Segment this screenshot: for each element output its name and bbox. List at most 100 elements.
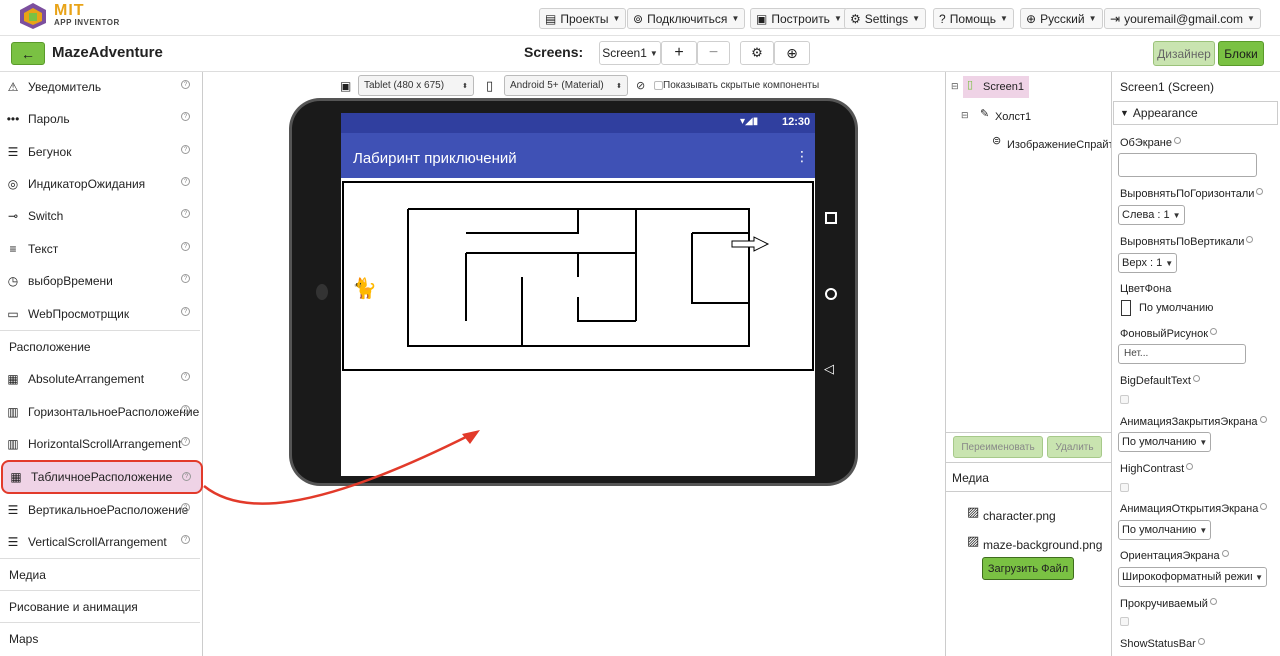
palette-item-webviewer[interactable]: ▭ WebПросмотрщик? bbox=[0, 299, 200, 329]
color-swatch[interactable] bbox=[1121, 300, 1131, 316]
palette-category-drawing-animation[interactable]: Рисование и анимация bbox=[0, 590, 200, 622]
help-icon[interactable] bbox=[1186, 463, 1194, 470]
remove-screen-button[interactable]: − bbox=[697, 41, 730, 65]
palette-category-maps[interactable]: Maps bbox=[0, 622, 200, 654]
overflow-menu-icon[interactable]: ⋮ bbox=[795, 148, 809, 165]
show-hidden-checkbox[interactable] bbox=[654, 81, 663, 90]
help-icon[interactable] bbox=[1192, 375, 1200, 382]
image-file-icon: ▨ bbox=[967, 504, 980, 519]
palette-item-horizontal-scroll-arrangement[interactable]: ▥ HorizontalScrollArrangement? bbox=[0, 429, 200, 459]
help-icon[interactable] bbox=[1259, 416, 1267, 423]
help-icon[interactable] bbox=[1221, 550, 1229, 557]
scrollable-checkbox[interactable] bbox=[1120, 617, 1129, 626]
palette-item-table-arrangement[interactable]: ▦ ТабличноеРасположение? bbox=[1, 460, 203, 494]
bgcolor-value[interactable]: По умолчанию bbox=[1139, 302, 1213, 314]
help-icon[interactable]: ? bbox=[181, 274, 190, 283]
help-icon[interactable]: ? bbox=[181, 242, 190, 251]
palette-item-absolute-arrangement[interactable]: ▦ AbsoluteArrangement? bbox=[0, 364, 200, 394]
help-icon[interactable]: ? bbox=[181, 177, 190, 186]
theme-select[interactable]: Android 5+ (Material) ⬍ bbox=[504, 75, 628, 96]
bigtext-checkbox[interactable] bbox=[1120, 395, 1129, 404]
help-icon[interactable]: ? bbox=[181, 307, 190, 316]
closeanim-select[interactable]: По умолчанию ▼ bbox=[1118, 432, 1212, 452]
palette-item-switch[interactable]: ⊸ Switch? bbox=[0, 201, 200, 231]
help-icon[interactable] bbox=[1174, 137, 1182, 144]
halign-select[interactable]: Слева : 1 ▼ bbox=[1118, 205, 1185, 225]
help-icon[interactable] bbox=[1260, 503, 1268, 510]
help-icon[interactable]: ? bbox=[181, 372, 190, 381]
project-properties-button[interactable]: ⚙ bbox=[740, 41, 774, 65]
build-menu[interactable]: ▣ Построить ▼ bbox=[750, 8, 848, 29]
media-item[interactable]: maze-background.png bbox=[983, 538, 1102, 552]
palette-item-spinner[interactable]: ◎ ИндикаторОжидания? bbox=[0, 169, 200, 199]
help-icon[interactable]: ? bbox=[181, 80, 190, 89]
help-icon[interactable]: ? bbox=[181, 405, 190, 414]
canvas[interactable]: 🐈 bbox=[342, 181, 814, 371]
blocks-button[interactable]: Блоки bbox=[1218, 41, 1264, 66]
palette-item-horizontal-arrangement[interactable]: ▥ ГоризонтальноеРасположение? bbox=[0, 397, 200, 427]
palette-item-timepicker[interactable]: ◷ выборВремени? bbox=[0, 266, 200, 296]
tree-item-sprite[interactable]: ИзображениеСпрайт bbox=[1007, 139, 1111, 151]
help-icon[interactable]: ? bbox=[181, 503, 190, 512]
palette-item-vertical-scroll-arrangement[interactable]: ☰ VerticalScrollArrangement? bbox=[0, 527, 200, 557]
back-button[interactable]: ← bbox=[11, 42, 45, 65]
help-icon[interactable]: ? bbox=[181, 535, 190, 544]
add-screen-button[interactable]: + bbox=[661, 41, 697, 65]
openanim-select[interactable]: По умолчанию ▼ bbox=[1118, 520, 1212, 540]
rename-button[interactable]: Переименовать bbox=[953, 436, 1043, 458]
language-menu[interactable]: ⊕ Русский ▼ bbox=[1020, 8, 1103, 29]
palette-category-layout[interactable]: Расположение bbox=[0, 330, 200, 362]
rows-icon: ☰ bbox=[7, 535, 19, 549]
settings-menu[interactable]: ⚙ Settings ▼ bbox=[844, 8, 927, 29]
help-icon[interactable] bbox=[1246, 236, 1254, 243]
folder-icon: ▤ bbox=[545, 11, 557, 26]
caret-down-icon: ▼ bbox=[612, 14, 621, 23]
maze-background-image bbox=[407, 208, 770, 347]
cat-sprite-icon[interactable]: 🐈 bbox=[352, 276, 377, 301]
help-icon[interactable]: ? bbox=[181, 112, 190, 121]
account-menu[interactable]: ⇥ youremail@gmail.com ▼ bbox=[1104, 8, 1261, 29]
valign-select[interactable]: Верх : 1 ▼ bbox=[1118, 253, 1178, 273]
delete-button[interactable]: Удалить bbox=[1047, 436, 1102, 458]
palette-category-media[interactable]: Медиа bbox=[0, 558, 200, 590]
media-item[interactable]: character.png bbox=[983, 509, 1056, 523]
help-icon[interactable] bbox=[1256, 188, 1264, 195]
connect-menu[interactable]: ⊚ Подключиться ▼ bbox=[627, 8, 746, 29]
contrast-checkbox[interactable] bbox=[1120, 483, 1129, 492]
device-size-select[interactable]: Tablet (480 x 675) ⬍ bbox=[358, 75, 474, 96]
help-icon[interactable]: ? bbox=[181, 209, 190, 218]
columns-icon: ▥ bbox=[7, 437, 19, 451]
help-menu[interactable]: ? Помощь ▼ bbox=[933, 8, 1014, 29]
home-nav-icon[interactable] bbox=[825, 288, 837, 300]
back-nav-icon[interactable]: ◁ bbox=[824, 361, 834, 377]
about-screen-input[interactable] bbox=[1118, 153, 1257, 177]
tree-item-screen1[interactable]: ▯ Screen1 bbox=[963, 76, 1029, 98]
collapse-icon[interactable]: ⊟ bbox=[951, 81, 959, 92]
preview-button[interactable]: ⊕ bbox=[774, 41, 810, 65]
help-icon[interactable] bbox=[1197, 638, 1205, 645]
palette-item-vertical-arrangement[interactable]: ☰ ВертикальноеРасположение? bbox=[0, 495, 200, 525]
palette-item-password[interactable]: ••• Пароль? bbox=[0, 104, 200, 134]
bgimage-picker[interactable]: Нет... bbox=[1118, 344, 1246, 364]
help-icon[interactable]: ? bbox=[181, 145, 190, 154]
appearance-section[interactable]: ▼ Appearance bbox=[1113, 101, 1278, 125]
palette-item-textbox[interactable]: ≡ Текст? bbox=[0, 234, 200, 264]
upload-file-button[interactable]: Загрузить Файл bbox=[982, 557, 1074, 580]
help-icon[interactable] bbox=[1209, 598, 1217, 605]
help-icon[interactable]: ? bbox=[181, 437, 190, 446]
projects-menu[interactable]: ▤ Проекты ▼ bbox=[539, 8, 627, 29]
screen-select[interactable]: Screen1 ▼ bbox=[599, 41, 661, 65]
collapse-icon[interactable]: ⊟ bbox=[961, 110, 969, 121]
recents-nav-icon[interactable] bbox=[825, 212, 837, 224]
palette-item-notifier[interactable]: ⚠ Уведомитель? bbox=[0, 72, 200, 102]
gear-icon: ⚙ bbox=[850, 11, 861, 26]
app-inventor-logo-icon[interactable] bbox=[18, 2, 48, 30]
designer-button[interactable]: Дизайнер bbox=[1153, 41, 1215, 66]
palette-item-slider[interactable]: ☰ Бегунок? bbox=[0, 137, 200, 167]
orientation-select[interactable]: Широкоформатный режим ▼ bbox=[1118, 567, 1267, 587]
updown-icon: ⬍ bbox=[616, 82, 622, 90]
tree-item-canvas[interactable]: Холст1 bbox=[995, 111, 1031, 123]
grid-icon: ▦ bbox=[10, 470, 22, 484]
help-icon[interactable]: ? bbox=[182, 472, 191, 481]
help-icon[interactable] bbox=[1210, 328, 1218, 335]
